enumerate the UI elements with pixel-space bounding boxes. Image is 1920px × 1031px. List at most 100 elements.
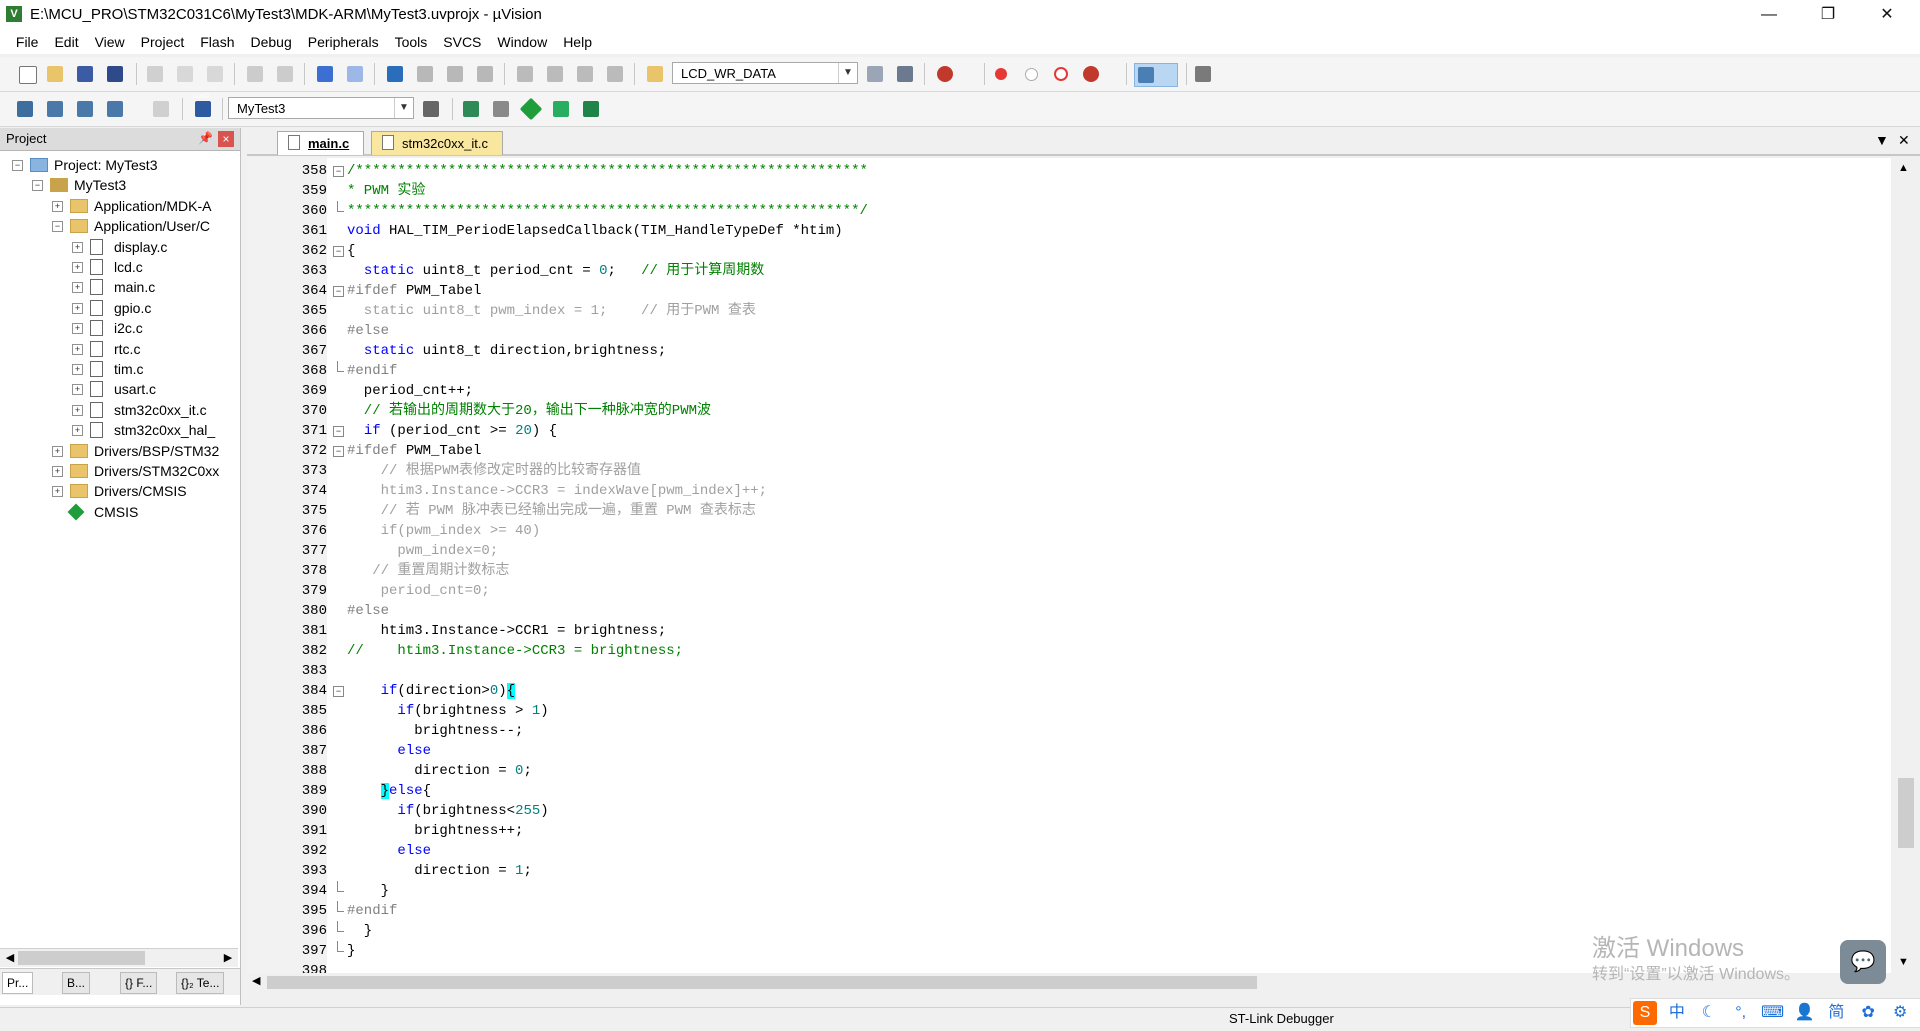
code-line[interactable]: 376 if(pwm_index >= 40) [247, 521, 1891, 541]
menu-help[interactable]: Help [555, 30, 600, 54]
fold-collapse-icon[interactable]: − [333, 246, 344, 257]
code-line[interactable]: 392 else [247, 841, 1891, 861]
tree-item[interactable]: − Project: MyTest3 [0, 155, 238, 175]
skin-icon[interactable]: ✿ [1856, 1001, 1880, 1025]
scroll-thumb[interactable] [1898, 778, 1914, 848]
code-line[interactable]: 369 period_cnt++; [247, 381, 1891, 401]
expand-icon[interactable]: + [72, 262, 83, 273]
tab-project[interactable]: Pr... [2, 972, 34, 994]
punctuation-icon[interactable]: °, [1729, 1001, 1753, 1025]
expand-icon[interactable]: + [72, 302, 83, 314]
menu-tools[interactable]: Tools [387, 30, 436, 54]
moon-icon[interactable]: ☾ [1697, 1001, 1721, 1025]
code-line[interactable]: 389 }else{ [247, 781, 1891, 801]
new-file-icon[interactable] [16, 63, 38, 85]
code-line[interactable]: 393 direction = 1; [247, 861, 1891, 881]
scroll-down-icon[interactable]: ▼ [1898, 956, 1909, 968]
tree-item[interactable]: + Drivers/STM32C0xx [0, 461, 238, 481]
code-line[interactable]: 384− if(direction>0){ [247, 681, 1891, 701]
download-icon[interactable]: LOAD [192, 94, 214, 120]
tree-item[interactable]: + stm32c0xx_hal_ [0, 420, 238, 440]
menu-edit[interactable]: Edit [46, 30, 86, 54]
save-all-icon[interactable] [104, 63, 126, 85]
code-line[interactable]: 390 if(brightness<255) [247, 801, 1891, 821]
code-line[interactable]: 371− if (period_cnt >= 20) { [247, 421, 1891, 441]
paste-icon[interactable] [204, 63, 226, 85]
code-line[interactable]: 370 // 若输出的周期数大于20，输出下一种脉冲宽的PWM波 [247, 401, 1891, 421]
code-line[interactable]: 372− #ifdef PWM_Tabel [247, 441, 1891, 461]
build-icon[interactable] [44, 98, 66, 120]
scroll-up-icon[interactable]: ▲ [1898, 162, 1909, 174]
menu-view[interactable]: View [87, 30, 133, 54]
project-hscrollbar[interactable]: ◀ ▶ [0, 948, 238, 967]
scroll-thumb[interactable] [18, 951, 145, 965]
tree-item[interactable]: + usart.c [0, 379, 238, 399]
restore-icon[interactable]: ❐ [1805, 0, 1851, 30]
code-line[interactable]: 366 #else [247, 321, 1891, 341]
rebuild-icon[interactable] [74, 98, 96, 120]
code-editor[interactable]: 358−/***********************************… [247, 158, 1891, 973]
sogou-ime-icon[interactable]: S [1633, 1001, 1657, 1025]
collapse-icon[interactable]: − [52, 221, 63, 233]
prev-bookmark-icon[interactable] [414, 63, 436, 85]
code-line[interactable]: 364− #ifdef PWM_Tabel [247, 281, 1891, 301]
undo-icon[interactable] [244, 63, 266, 85]
expand-icon[interactable]: + [52, 200, 63, 212]
clear-bookmarks-icon[interactable] [474, 63, 496, 85]
collapse-icon[interactable]: − [12, 160, 23, 171]
code-line[interactable]: 378 // 重置周期计数标志 [247, 561, 1891, 581]
code-line[interactable]: 367 static uint8_t direction,brightness; [247, 341, 1891, 361]
select-packs-icon[interactable] [490, 98, 512, 120]
code-line[interactable]: 374 htim3.Instance->CCR3 = indexWave[pwm… [247, 481, 1891, 501]
chevron-down-icon[interactable]: ▼ [394, 98, 413, 118]
code-line[interactable]: 383 [247, 661, 1891, 681]
find-in-files-icon[interactable] [644, 63, 666, 85]
expand-icon[interactable]: + [72, 323, 83, 335]
configure-icon[interactable] [1192, 63, 1214, 85]
save-icon[interactable] [74, 63, 96, 85]
expand-icon[interactable]: + [72, 241, 83, 253]
code-line[interactable]: 395 #endif [247, 901, 1891, 921]
expand-icon[interactable]: + [72, 282, 83, 294]
scroll-left-icon[interactable]: ◀ [2, 950, 18, 966]
tree-item[interactable]: + Drivers/CMSIS [0, 481, 238, 501]
expand-icon[interactable]: + [72, 425, 83, 437]
tab-stm32c0xx-it-c[interactable]: stm32c0xx_it.c [371, 131, 503, 155]
scroll-thumb[interactable] [267, 976, 1257, 989]
code-line[interactable]: 388 direction = 0; [247, 761, 1891, 781]
target-combo[interactable]: MyTest3 ▼ [228, 97, 414, 119]
tree-item[interactable]: − Application/User/C [0, 216, 238, 236]
code-line[interactable]: 361 void HAL_TIM_PeriodElapsedCallback(TI… [247, 221, 1891, 241]
tab-main-c[interactable]: main.c [277, 131, 365, 155]
fold-collapse-icon[interactable]: − [333, 286, 344, 297]
tab-templates[interactable]: {}₂ Te... [176, 972, 225, 994]
tab-books[interactable]: B... [62, 972, 91, 994]
menu-svcs[interactable]: SVCS [435, 30, 489, 54]
unindent-icon[interactable] [544, 63, 566, 85]
tree-item[interactable]: + lcd.c [0, 257, 238, 277]
pin-icon[interactable]: 📌 [198, 131, 213, 145]
menu-project[interactable]: Project [133, 30, 193, 54]
tab-functions[interactable]: {} F... [120, 972, 158, 994]
rte-icon[interactable] [580, 98, 602, 120]
expand-icon[interactable]: + [72, 343, 83, 355]
ime-simplified[interactable]: 简 [1824, 1001, 1848, 1025]
tree-item[interactable]: − MyTest3 [0, 175, 238, 195]
ime-toolbar[interactable]: S 中 ☾ °, ⌨ 👤 简 ✿ ⚙ [1630, 998, 1920, 1028]
code-line[interactable]: 358−/***********************************… [247, 161, 1891, 181]
expand-icon[interactable]: + [52, 445, 63, 457]
menu-peripherals[interactable]: Peripherals [300, 30, 387, 54]
tree-item[interactable]: CMSIS [0, 502, 238, 522]
navigate-forward-icon[interactable] [344, 63, 366, 85]
redo-icon[interactable] [274, 63, 296, 85]
expand-icon[interactable]: + [72, 364, 83, 375]
manage-components-icon[interactable] [460, 98, 482, 120]
tree-item[interactable]: + tim.c [0, 359, 238, 379]
minimize-icon[interactable]: — [1746, 0, 1792, 30]
chevron-down-icon[interactable]: ▼ [838, 63, 857, 83]
breakpoint-icon[interactable] [990, 63, 1012, 85]
close-icon[interactable]: ✕ [1864, 0, 1910, 30]
code-line[interactable]: 379 period_cnt=0; [247, 581, 1891, 601]
code-line[interactable]: 394 } [247, 881, 1891, 901]
target-options-icon[interactable] [420, 98, 442, 120]
